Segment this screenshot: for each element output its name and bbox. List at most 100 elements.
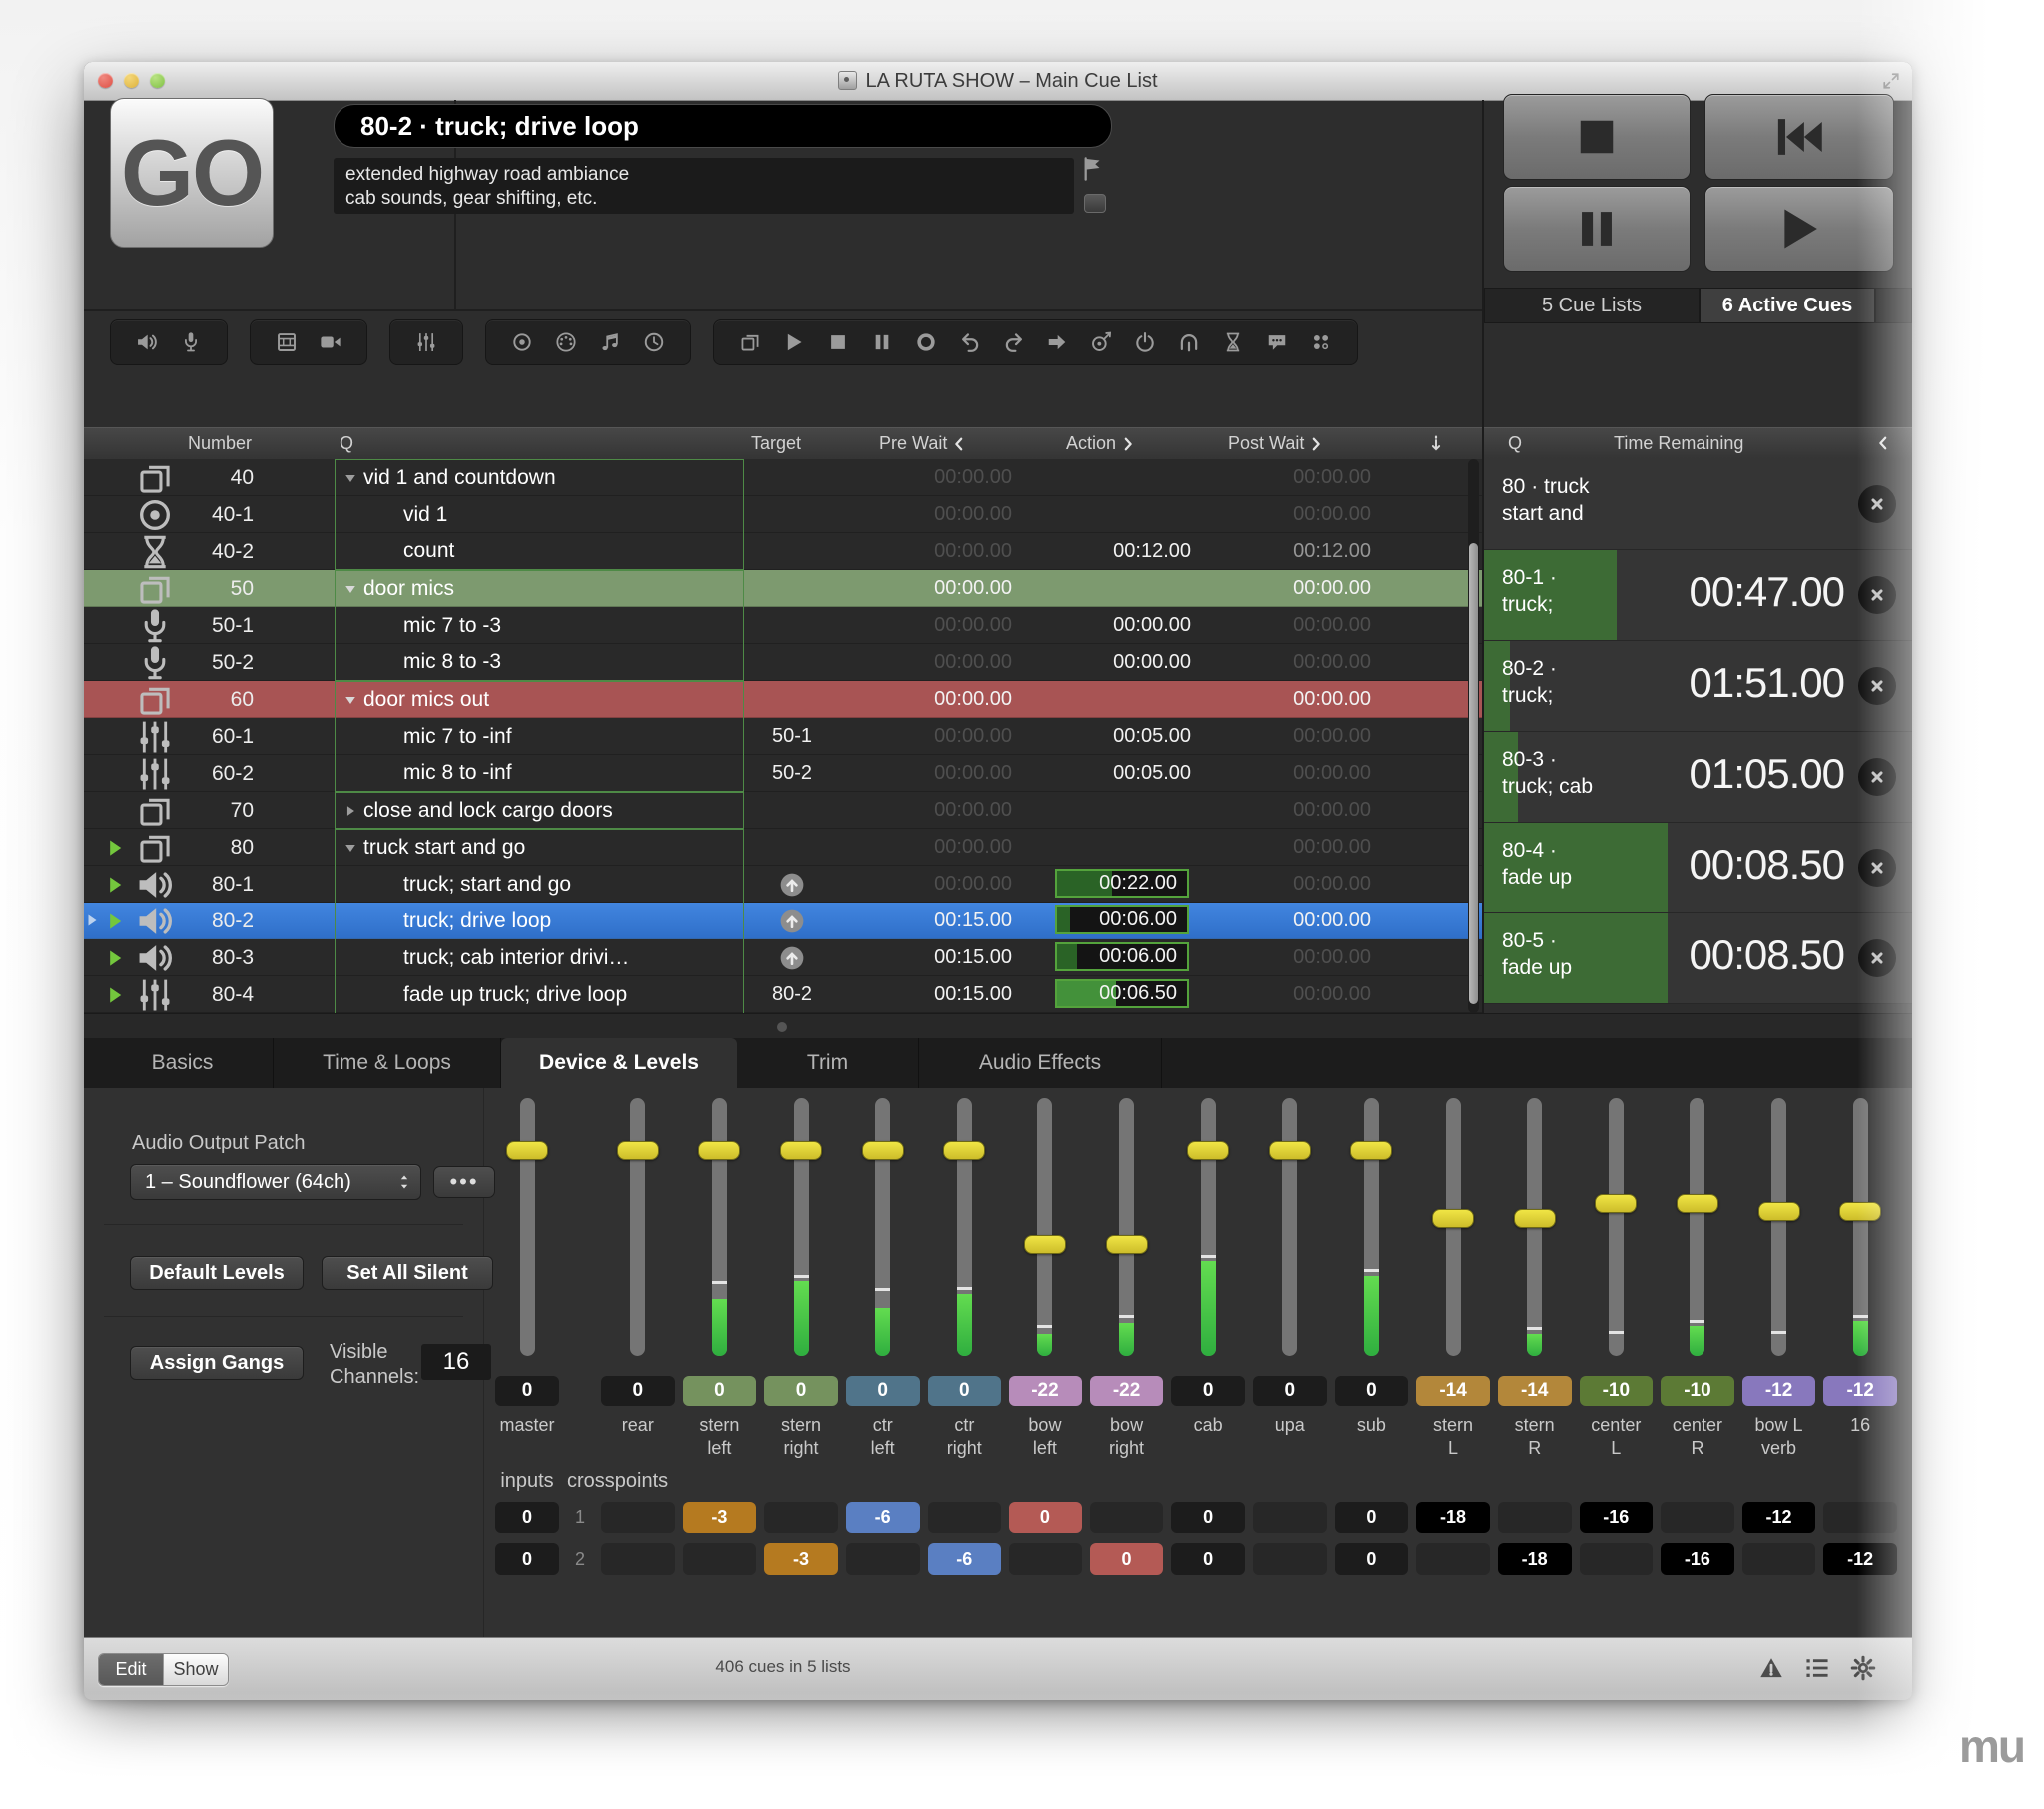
- fader-thumb[interactable]: [1839, 1202, 1881, 1221]
- target-icon[interactable]: [511, 331, 533, 353]
- cue-row-60[interactable]: 60door mics out00:00.0000:00.00: [84, 681, 1482, 718]
- dart-icon[interactable]: [1090, 331, 1112, 353]
- tab-active-cues[interactable]: 6 Active Cues: [1700, 288, 1875, 323]
- pre-wait-cell[interactable]: 00:00.00: [840, 644, 1012, 681]
- fader-value-chip[interactable]: 0: [1253, 1376, 1327, 1406]
- pre-wait-cell[interactable]: 00:00.00: [840, 570, 1012, 607]
- stop-cue-button[interactable]: [1858, 667, 1896, 705]
- splitter-handle[interactable]: [777, 1022, 787, 1032]
- dots-icon[interactable]: [1310, 331, 1332, 353]
- action-cell[interactable]: [1018, 681, 1191, 718]
- post-wait-cell[interactable]: 00:00.00: [1197, 496, 1371, 533]
- fullscreen-icon[interactable]: [1882, 72, 1900, 90]
- assign-gangs-button[interactable]: Assign Gangs: [130, 1346, 304, 1380]
- pre-wait-cell[interactable]: 00:00.00: [840, 755, 1012, 792]
- action-cell[interactable]: 00:06.00: [1018, 903, 1191, 939]
- post-wait-cell[interactable]: 00:00.00: [1197, 829, 1371, 866]
- cue-list-scrollbar[interactable]: [1468, 459, 1479, 1013]
- flag-icon[interactable]: [1080, 156, 1106, 182]
- pause-icon[interactable]: [871, 331, 893, 353]
- audio-patch-select[interactable]: 1 – Soundflower (64ch): [130, 1164, 421, 1200]
- active-cue-row[interactable]: 80-4 ·fade up00:08.50: [1484, 823, 1912, 913]
- pause-all-button[interactable]: [1503, 186, 1691, 272]
- list-icon[interactable]: [1804, 1655, 1830, 1681]
- cue-target-cell[interactable]: [744, 496, 840, 533]
- cue-name-cell[interactable]: mic 7 to -3: [335, 607, 744, 644]
- post-wait-cell[interactable]: 00:00.00: [1197, 570, 1371, 607]
- fader-value-chip[interactable]: 0: [601, 1376, 675, 1406]
- action-cell[interactable]: 00:05.00: [1018, 718, 1191, 755]
- chat-icon[interactable]: [1266, 331, 1288, 353]
- pre-wait-cell[interactable]: 00:00.00: [840, 829, 1012, 866]
- mic-icon[interactable]: [180, 331, 202, 353]
- fader-thumb[interactable]: [698, 1141, 740, 1160]
- post-wait-cell[interactable]: 00:00.00: [1197, 755, 1371, 792]
- cue-target-cell[interactable]: [744, 681, 840, 718]
- cue-name-cell[interactable]: mic 8 to -inf: [335, 755, 744, 792]
- cue-row-40[interactable]: 40vid 1 and countdown00:00.0000:00.00: [84, 459, 1482, 496]
- fader-thumb[interactable]: [1350, 1141, 1392, 1160]
- cue-target-cell[interactable]: [744, 459, 840, 496]
- notes-icon[interactable]: [599, 331, 621, 353]
- rewind-button[interactable]: [1704, 94, 1894, 180]
- stop-all-button[interactable]: [1503, 94, 1691, 180]
- crosspoint-cell[interactable]: [1580, 1543, 1654, 1575]
- fader-track[interactable]: [1201, 1098, 1216, 1356]
- fader-thumb[interactable]: [1432, 1209, 1474, 1228]
- cue-name-cell[interactable]: fade up truck; drive loop: [335, 976, 744, 1013]
- col-header-pre-wait[interactable]: Pre Wait: [879, 433, 966, 454]
- fader-thumb[interactable]: [1595, 1194, 1637, 1213]
- pre-wait-cell[interactable]: 00:00.00: [840, 459, 1012, 496]
- action-cell[interactable]: [1018, 829, 1191, 866]
- post-wait-cell[interactable]: 00:00.00: [1197, 903, 1371, 939]
- cue-row-60-1[interactable]: 60-1mic 7 to -inf50-100:00.0000:05.0000:…: [84, 718, 1482, 755]
- crosspoint-cell[interactable]: -16: [1661, 1543, 1734, 1575]
- fader-thumb[interactable]: [862, 1141, 904, 1160]
- crosspoint-cell[interactable]: [1823, 1502, 1897, 1533]
- cue-row-80-4[interactable]: 80-4fade up truck; drive loop80-200:15.0…: [84, 976, 1482, 1013]
- fader-thumb[interactable]: [1269, 1141, 1311, 1160]
- phones-icon[interactable]: [1178, 331, 1200, 353]
- cue-target-cell[interactable]: [744, 866, 840, 903]
- crosspoint-cell[interactable]: [601, 1543, 675, 1575]
- crosspoint-cell[interactable]: [1742, 1543, 1816, 1575]
- panel-splitter[interactable]: [84, 1013, 1912, 1040]
- action-cell[interactable]: [1018, 570, 1191, 607]
- faders-icon[interactable]: [415, 331, 437, 353]
- sort-order-icon[interactable]: [1427, 435, 1445, 453]
- fader-track[interactable]: [1119, 1098, 1134, 1356]
- active-cue-row[interactable]: 80-1 ·truck;00:47.00: [1484, 550, 1912, 641]
- post-wait-cell[interactable]: 00:00.00: [1197, 792, 1371, 829]
- action-cell[interactable]: 00:22.00: [1018, 866, 1191, 903]
- fader-value-chip[interactable]: -12: [1742, 1376, 1816, 1406]
- pre-wait-cell[interactable]: 00:00.00: [840, 718, 1012, 755]
- fader-track[interactable]: [1853, 1098, 1868, 1356]
- cue-row-60-2[interactable]: 60-2mic 8 to -inf50-200:00.0000:05.0000:…: [84, 755, 1482, 792]
- fader-thumb[interactable]: [1514, 1209, 1556, 1228]
- crosspoint-cell[interactable]: [846, 1543, 920, 1575]
- crosspoint-cell[interactable]: 0: [1009, 1502, 1082, 1533]
- action-cell[interactable]: 00:00.00: [1018, 607, 1191, 644]
- crosspoint-cell[interactable]: [1498, 1502, 1572, 1533]
- pre-wait-cell[interactable]: 00:00.00: [840, 533, 1012, 570]
- crosspoint-cell[interactable]: 0: [1171, 1502, 1245, 1533]
- disclosure-open-icon[interactable]: [343, 582, 357, 596]
- cue-name-cell[interactable]: door mics: [335, 570, 744, 607]
- cue-name-cell[interactable]: truck start and go: [335, 829, 744, 866]
- cue-name-cell[interactable]: close and lock cargo doors: [335, 792, 744, 829]
- fader-track[interactable]: [1446, 1098, 1461, 1356]
- fader-thumb[interactable]: [943, 1141, 985, 1160]
- gear-icon[interactable]: [1850, 1655, 1876, 1681]
- post-wait-cell[interactable]: 00:00.00: [1197, 644, 1371, 681]
- cue-target-cell[interactable]: [744, 570, 840, 607]
- disclosure-closed-icon[interactable]: [343, 804, 357, 818]
- fader-thumb[interactable]: [1758, 1202, 1800, 1221]
- visible-channels-field[interactable]: 16: [421, 1344, 491, 1380]
- fader-thumb[interactable]: [1024, 1235, 1066, 1254]
- speaker-icon[interactable]: [136, 331, 158, 353]
- set-all-silent-button[interactable]: Set All Silent: [322, 1256, 493, 1290]
- play-icon[interactable]: [783, 331, 805, 353]
- cue-target-cell[interactable]: 50-1: [744, 718, 840, 755]
- fader-track[interactable]: [957, 1098, 972, 1356]
- cue-row-50-2[interactable]: 50-2mic 8 to -300:00.0000:00.0000:00.00: [84, 644, 1482, 681]
